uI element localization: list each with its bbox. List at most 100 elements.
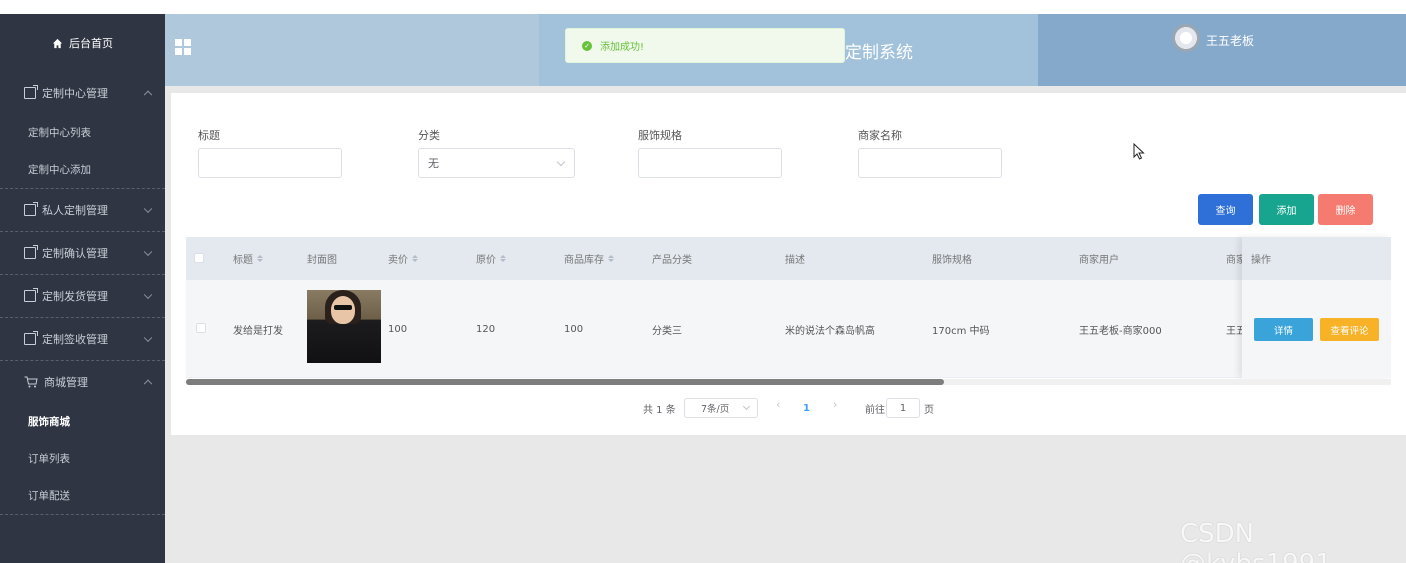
title-input[interactable]	[198, 148, 342, 178]
sort-icon[interactable]	[257, 255, 263, 262]
chevron-down-icon	[143, 204, 153, 214]
menu-head-label: 定制中心管理	[42, 87, 108, 100]
chevron-down-icon	[143, 333, 153, 343]
cell-sell-price: 100	[388, 323, 408, 335]
title-label: 标题	[198, 129, 220, 142]
header-left-panel	[165, 14, 539, 86]
chevron-up-icon	[143, 379, 153, 389]
table-row: 发给是打发 100 120 100 分类三 米的说法个森岛帆高 170cm 中码…	[186, 280, 1391, 378]
category-select[interactable]: 无	[418, 148, 575, 178]
sidebar-item-custom-center-add[interactable]: 定制中心添加	[0, 151, 165, 188]
external-link-icon	[24, 85, 38, 99]
success-toast: ✓ 添加成功!	[565, 28, 845, 63]
menu-group-custom-confirm: 定制确认管理	[0, 232, 165, 275]
sidebar-home[interactable]: 后台首页	[0, 14, 165, 72]
sidebar-item-order-delivery[interactable]: 订单配送	[0, 477, 165, 514]
mouse-cursor-icon	[1133, 143, 1145, 160]
cover-photo[interactable]	[307, 290, 381, 363]
chevron-down-icon	[143, 247, 153, 257]
menu-group-mall: 商城管理 服饰商城 订单列表 订单配送	[0, 361, 165, 515]
cell-category: 分类三	[652, 325, 682, 337]
column-header-title[interactable]: 标题	[233, 237, 263, 280]
detail-button[interactable]: 详情	[1254, 318, 1313, 341]
menu-head-private-custom[interactable]: 私人定制管理	[0, 189, 165, 231]
cover-photo-sunglasses	[334, 305, 352, 310]
menu-head-custom-confirm[interactable]: 定制确认管理	[0, 232, 165, 274]
menu-head-custom-ship[interactable]: 定制发货管理	[0, 275, 165, 317]
shopping-cart-icon	[24, 376, 38, 388]
external-link-icon	[24, 331, 38, 345]
admin-page: 后台首页 定制中心管理 定制中心列表 定制中心添加 私人定制管理 定制确认管理	[0, 0, 1406, 563]
goto-suffix: 页	[924, 404, 934, 416]
column-header-cover: 封面图	[307, 237, 337, 280]
column-header-description: 描述	[785, 237, 805, 280]
view-reviews-button[interactable]: 查看评论	[1320, 318, 1379, 341]
header-right-panel	[1038, 14, 1406, 86]
table-header: 标题 封面图 卖价 原价 商品库存 产品分类 描述 服饰规格 商家用户 商家	[186, 237, 1391, 280]
query-button[interactable]: 查询	[1198, 194, 1253, 225]
sidebar-item-custom-center-list[interactable]: 定制中心列表	[0, 114, 165, 151]
sidebar-item-clothing-mall[interactable]: 服饰商城	[0, 403, 165, 440]
system-title: 定制系统	[845, 43, 913, 63]
scrollbar-thumb[interactable]	[186, 379, 944, 385]
external-link-icon	[24, 288, 38, 302]
sidebar: 后台首页 定制中心管理 定制中心列表 定制中心添加 私人定制管理 定制确认管理	[0, 14, 165, 563]
sort-icon[interactable]	[608, 255, 614, 262]
menu-head-custom-center[interactable]: 定制中心管理	[0, 72, 165, 114]
column-header-label: 产品分类	[652, 255, 692, 266]
menu-head-label: 商城管理	[44, 376, 88, 389]
chevron-down-icon	[556, 157, 566, 167]
avatar[interactable]	[1172, 24, 1200, 52]
cell-spec: 170cm 中码	[932, 325, 990, 337]
column-header-label: 封面图	[307, 255, 337, 266]
cell-merchant-user: 王五老板-商家000	[1079, 325, 1162, 337]
column-header-label: 标题	[233, 255, 253, 266]
merchant-input[interactable]	[858, 148, 1002, 178]
menu-head-label: 定制确认管理	[42, 247, 108, 260]
add-button[interactable]: 添加	[1259, 194, 1314, 225]
chevron-up-icon	[143, 90, 153, 100]
delete-button[interactable]: 删除	[1318, 194, 1373, 225]
row-checkbox[interactable]	[196, 323, 206, 333]
column-header-label: 描述	[785, 255, 805, 266]
category-label: 分类	[418, 129, 440, 142]
menu-group-private-custom: 私人定制管理	[0, 189, 165, 232]
toast-message: 添加成功!	[600, 42, 645, 53]
prev-page-icon[interactable]: ‹	[776, 398, 780, 411]
menu-head-mall[interactable]: 商城管理	[0, 361, 165, 403]
user-name[interactable]: 王五老板	[1206, 32, 1254, 49]
sidebar-item-order-list[interactable]: 订单列表	[0, 440, 165, 477]
page-size-select[interactable]: 7条/页	[684, 398, 758, 418]
external-link-icon	[24, 202, 38, 216]
menu-head-label: 定制发货管理	[42, 290, 108, 303]
column-header-original-price[interactable]: 原价	[476, 237, 506, 280]
horizontal-scrollbar[interactable]	[186, 379, 1391, 385]
column-header-operations: 操作	[1242, 237, 1391, 280]
menu-group-custom-ship: 定制发货管理	[0, 275, 165, 318]
category-select-value: 无	[428, 157, 439, 170]
next-page-icon[interactable]: ›	[833, 398, 837, 411]
goto-page-input[interactable]: 1	[886, 398, 920, 418]
column-header-sell-price[interactable]: 卖价	[388, 237, 418, 280]
column-header-label: 商品库存	[564, 255, 604, 266]
pagination-total: 共 1 条	[643, 404, 676, 416]
grid-menu-icon[interactable]	[175, 39, 191, 55]
column-header-merchant-user: 商家用户	[1079, 237, 1119, 280]
menu-head-label: 定制签收管理	[42, 333, 108, 346]
column-header-label: 原价	[476, 255, 496, 266]
menu-group-custom-center: 定制中心管理 定制中心列表 定制中心添加	[0, 72, 165, 189]
page-number-current[interactable]: 1	[803, 398, 810, 418]
select-all-checkbox[interactable]	[194, 253, 204, 263]
cover-photo-face	[331, 296, 355, 324]
cell-original-price: 120	[476, 323, 496, 335]
sort-icon[interactable]	[500, 255, 506, 262]
menu-head-custom-receive[interactable]: 定制签收管理	[0, 318, 165, 360]
column-header-spec: 服饰规格	[932, 237, 972, 280]
spec-input[interactable]	[638, 148, 782, 178]
column-header-label: 商家用户	[1079, 255, 1119, 266]
column-header-stock[interactable]: 商品库存	[564, 237, 614, 280]
cell-stock: 100	[564, 323, 584, 335]
sort-icon[interactable]	[412, 255, 418, 262]
chevron-down-icon	[143, 290, 153, 300]
column-header-category: 产品分类	[652, 237, 692, 280]
